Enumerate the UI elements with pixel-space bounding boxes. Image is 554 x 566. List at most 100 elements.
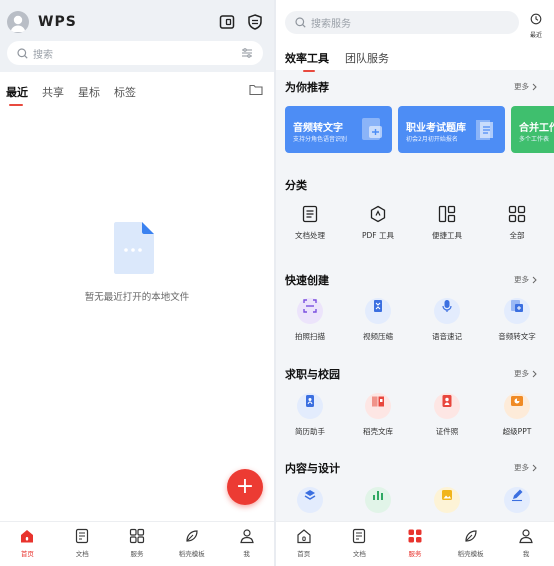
home-icon (21, 530, 34, 543)
card-subtitle: 支持分角色语音识别 (293, 136, 348, 143)
category-label: 文档处理 (295, 231, 325, 240)
empty-file-icon (114, 222, 154, 274)
tab-efficiency-tools[interactable]: 效率工具 (285, 50, 329, 72)
job-docer-library[interactable]: 稻壳文库 (343, 393, 413, 437)
more-label: 更多 (514, 369, 529, 378)
more-label: 更多 (514, 275, 529, 284)
content-design-title: 内容与设计 (285, 462, 340, 475)
job-label: 稻壳文库 (363, 427, 393, 436)
home-icon (297, 529, 311, 544)
bar-chart-icon (365, 487, 391, 513)
scan-icon (297, 298, 323, 324)
job-resume-assistant[interactable]: 简历助手 (276, 393, 345, 437)
search-icon (295, 17, 306, 28)
profile-icon (239, 529, 254, 544)
tab-recent[interactable]: 最近 (6, 84, 28, 106)
card-audio-to-text[interactable]: 音频转文字 支持分角色语音识别 (285, 106, 392, 153)
document-icon (353, 528, 366, 544)
nav-me[interactable]: 我 (219, 522, 274, 566)
id-photo-icon (434, 393, 460, 419)
quick-voice-memo[interactable]: 语音速记 (412, 298, 482, 342)
nav-me-label: 我 (243, 550, 250, 558)
recommend-title: 为你推荐 (285, 81, 329, 94)
voice-icon (434, 298, 460, 324)
tab-team-services[interactable]: 团队服务 (345, 50, 389, 66)
open-file-icon[interactable] (218, 13, 236, 31)
category-pdf-tools[interactable]: PDF 工具 (343, 205, 413, 241)
design-item-4[interactable] (482, 487, 552, 513)
nav-documents-label: 文档 (352, 550, 366, 558)
folder-icon[interactable] (249, 83, 263, 96)
recommend-more-link[interactable]: 更多 (514, 81, 537, 92)
quick-label: 语音速记 (432, 332, 462, 341)
create-new-button[interactable]: + (227, 469, 263, 505)
nav-templates-label: 稻壳模板 (178, 550, 205, 558)
resume-icon (297, 393, 323, 419)
recent-label: 最近 (529, 32, 542, 39)
image-icon (434, 487, 460, 513)
recent-button[interactable]: 最近 (524, 10, 548, 39)
search-bar[interactable]: 搜索 (7, 41, 263, 65)
nav-home-label: 首页 (20, 550, 34, 558)
template-leaf-icon (186, 530, 198, 542)
nav-services[interactable]: 服务 (110, 522, 165, 566)
tab-shared[interactable]: 共享 (42, 84, 64, 100)
category-label: PDF 工具 (362, 231, 394, 240)
nav-home[interactable]: 首页 (0, 522, 55, 566)
pen-icon (504, 487, 530, 513)
tab-tags[interactable]: 标签 (114, 84, 136, 100)
layout-icon (438, 205, 456, 223)
job-label: 简历助手 (295, 427, 325, 436)
file-tabs: 最近 共享 星标 标签 (6, 84, 150, 106)
template-leaf-icon (464, 530, 477, 542)
chevron-right-icon (532, 464, 537, 471)
quick-label: 音频转文字 (498, 332, 536, 341)
design-item-3[interactable] (412, 487, 482, 513)
card-exam-bank[interactable]: 职业考试题库 初会2月初开始报名 (398, 106, 505, 153)
design-item-1[interactable] (276, 487, 345, 513)
category-document-processing[interactable]: 文档处理 (276, 205, 345, 241)
nav-documents[interactable]: 文档 (55, 522, 110, 566)
tab-starred[interactable]: 星标 (78, 84, 100, 100)
nav-services[interactable]: 服务 (387, 522, 443, 566)
service-search-bar[interactable]: 搜索服务 (285, 11, 519, 34)
shield-icon[interactable] (246, 13, 264, 31)
avatar[interactable] (7, 11, 29, 33)
design-item-2[interactable] (343, 487, 413, 513)
chevron-right-icon (532, 276, 537, 283)
category-handy-tools[interactable]: 便捷工具 (412, 205, 482, 241)
quick-video-compress[interactable]: 视频压缩 (343, 298, 413, 342)
job-campus-more-link[interactable]: 更多 (514, 368, 537, 379)
nav-home[interactable]: 首页 (276, 522, 332, 566)
job-label: 证件照 (435, 427, 459, 436)
content-design-more-link[interactable]: 更多 (514, 462, 537, 473)
card-merge-sheets[interactable]: 合并工作 多个工作表 (511, 106, 554, 153)
wps-logo: WPS (38, 14, 77, 30)
nav-me[interactable]: 我 (498, 522, 554, 566)
nav-documents-label: 文档 (75, 550, 89, 558)
job-id-photo[interactable]: 证件照 (412, 393, 482, 437)
grid-icon (508, 205, 526, 223)
bottom-nav-right: 首页 文档 服务 稻壳模板 我 (276, 521, 554, 566)
category-label: 全部 (509, 231, 525, 240)
nav-documents[interactable]: 文档 (332, 522, 388, 566)
job-super-ppt[interactable]: 超级PPT (482, 393, 552, 437)
chevron-right-icon (532, 370, 537, 377)
plus-icon: + (235, 474, 255, 499)
filter-icon[interactable] (241, 47, 253, 59)
pdf-tool-icon (370, 205, 386, 223)
category-all[interactable]: 全部 (482, 205, 552, 241)
nav-templates[interactable]: 稻壳模板 (443, 522, 499, 566)
nav-templates[interactable]: 稻壳模板 (164, 522, 219, 566)
job-label: 超级PPT (502, 427, 532, 436)
quick-create-more-link[interactable]: 更多 (514, 274, 537, 285)
doc-list-icon (302, 205, 318, 223)
empty-state-text: 暂无最近打开的本地文件 (84, 292, 190, 303)
quick-label: 视频压缩 (363, 332, 393, 341)
quick-audio-to-text[interactable]: 音频转文字 (482, 298, 552, 342)
quick-create-title: 快速创建 (285, 274, 329, 287)
search-icon (17, 47, 28, 59)
card-title: 音频转文字 (293, 123, 343, 134)
more-label: 更多 (514, 463, 529, 472)
quick-photo-scan[interactable]: 拍照扫描 (276, 298, 345, 342)
